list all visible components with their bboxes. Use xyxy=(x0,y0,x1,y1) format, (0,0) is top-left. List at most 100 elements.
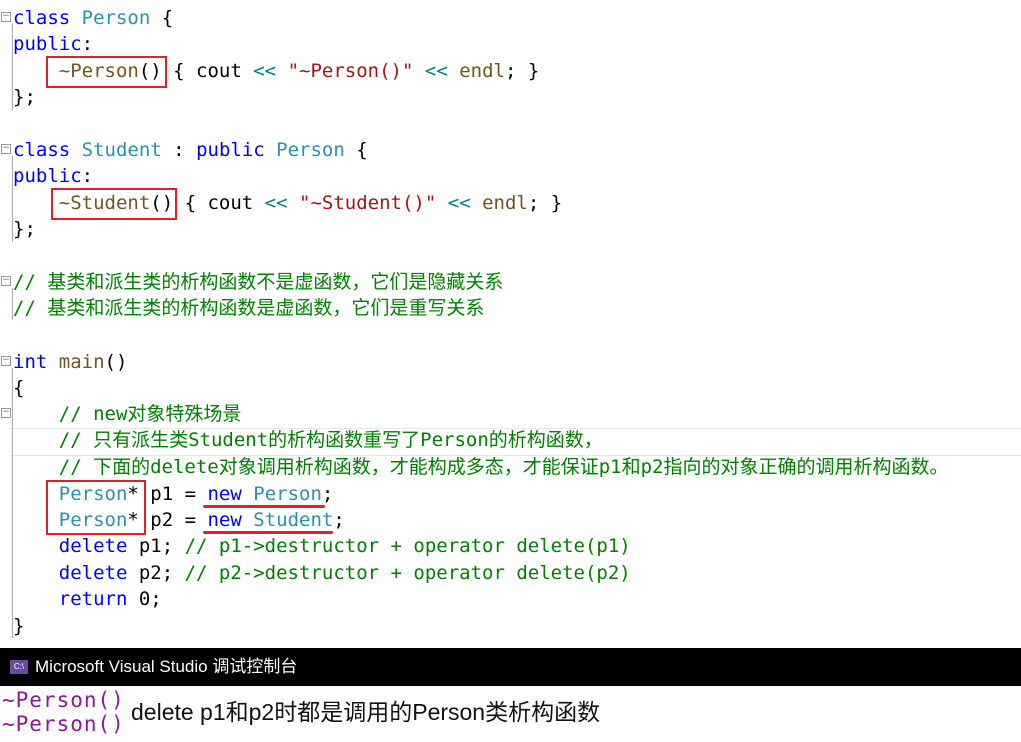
comment-token: // 只有派生类Student的析构函数重写了Person的析构函数， xyxy=(58,429,603,451)
code-line[interactable]: delete p1; // p1->destructor + operator … xyxy=(13,533,631,559)
console-title: Microsoft Visual Studio 调试控制台 xyxy=(35,657,298,676)
person-pointer-highlight-box xyxy=(46,480,146,535)
type-name-token: Person xyxy=(81,7,151,29)
keyword-token: return xyxy=(58,588,128,610)
code-line[interactable]: // 下面的delete对象调用析构函数，才能构成多态，才能保证p1和p2指向的… xyxy=(13,454,949,480)
code-text-token: ; } xyxy=(527,192,563,214)
code-text-token: : xyxy=(81,165,94,187)
code-line[interactable]: { xyxy=(13,375,24,401)
keyword-token: class xyxy=(13,7,71,29)
string-literal-token: "~Student()" xyxy=(299,192,437,214)
code-text-token: }; xyxy=(13,86,36,108)
comment-token: // 基类和派生类的析构函数不是虚函数，它们是隐藏关系 xyxy=(13,271,504,293)
comment-token: // p1->destructor + operator delete(p1) xyxy=(184,535,631,557)
type-name-token: Person xyxy=(253,483,322,505)
operator-token: << xyxy=(253,60,277,82)
console-app-icon: C:\ xyxy=(10,660,28,674)
code-text-token: } xyxy=(13,615,25,637)
console-title-bar[interactable]: C:\ Microsoft Visual Studio 调试控制台 xyxy=(0,648,1021,686)
code-text-token: ; xyxy=(333,509,345,531)
new-person-underline xyxy=(203,505,325,508)
code-text-token: }; xyxy=(13,218,36,240)
keyword-token: class xyxy=(13,139,71,161)
code-line[interactable]: return 0; xyxy=(13,586,162,612)
keyword-token: new xyxy=(207,509,242,531)
type-name-token: Student xyxy=(253,509,334,531)
person-destructor-highlight-box xyxy=(46,56,167,88)
keyword-token: delete xyxy=(58,535,128,557)
code-text-token: p1; xyxy=(127,535,185,557)
identifier-token: main xyxy=(58,351,105,373)
comment-token: // p2->destructor + operator delete(p2) xyxy=(184,562,631,584)
operator-token: << xyxy=(264,192,288,214)
code-line[interactable]: // 基类和派生类的析构函数是虚函数，它们是重写关系 xyxy=(13,295,484,321)
console-output-line: ~Person() xyxy=(2,712,125,736)
type-name-token: Student xyxy=(81,139,162,161)
code-text-token: { xyxy=(150,7,174,29)
operator-token: << xyxy=(447,192,471,214)
student-destructor-highlight-box xyxy=(51,188,177,220)
code-text-token: : xyxy=(161,139,197,161)
keyword-token: delete xyxy=(58,562,128,584)
code-line[interactable]: // 基类和派生类的析构函数不是虚函数，它们是隐藏关系 xyxy=(13,269,503,295)
code-line[interactable]: } xyxy=(13,613,24,639)
code-line[interactable]: class Person { xyxy=(13,5,173,31)
code-text-token: { xyxy=(344,139,368,161)
code-editor[interactable]: − − − − − class Person {public: ~Person(… xyxy=(0,0,1021,648)
code-line[interactable]: }; xyxy=(13,84,36,110)
code-text-token: : xyxy=(81,33,94,55)
code-text-token: 0; xyxy=(127,588,162,610)
code-line[interactable]: public: xyxy=(13,163,93,189)
keyword-token: public xyxy=(13,33,82,55)
code-text-token: { xyxy=(13,377,25,399)
comment-token: // new对象特殊场景 xyxy=(58,403,242,425)
code-text-token: () xyxy=(104,351,128,373)
type-name-token: Person xyxy=(276,139,345,161)
comment-token: // 下面的delete对象调用析构函数，才能构成多态，才能保证p1和p2指向的… xyxy=(58,456,949,478)
comment-token: // 基类和派生类的析构函数是虚函数，它们是重写关系 xyxy=(13,297,485,319)
code-line[interactable]: // 只有派生类Student的析构函数重写了Person的析构函数， xyxy=(13,427,603,453)
fold-collapse-icon[interactable]: − xyxy=(1,144,11,154)
code-line[interactable]: public: xyxy=(13,31,93,57)
code-line[interactable]: class Student : public Person { xyxy=(13,137,368,163)
console-output-line: ~Person() xyxy=(2,688,125,712)
keyword-token: new xyxy=(207,483,242,505)
code-line[interactable]: int main() xyxy=(13,349,127,375)
string-literal-token: "~Person()" xyxy=(287,60,414,82)
fold-collapse-icon[interactable]: − xyxy=(1,408,11,418)
code-text-token: ; xyxy=(321,483,334,505)
code-text-token: p2; xyxy=(127,562,185,584)
identifier-token: endl xyxy=(459,60,505,82)
keyword-token: public xyxy=(13,165,82,187)
code-text-token: ; } xyxy=(504,60,540,82)
fold-collapse-icon[interactable]: − xyxy=(1,276,11,286)
code-line[interactable]: }; xyxy=(13,216,36,242)
fold-collapse-icon[interactable]: − xyxy=(1,356,11,366)
keyword-token: public xyxy=(196,139,265,161)
operator-token: << xyxy=(424,60,448,82)
code-line[interactable]: // new对象特殊场景 xyxy=(13,401,242,427)
new-student-underline xyxy=(203,531,333,534)
identifier-token: endl xyxy=(482,192,528,214)
code-line[interactable]: delete p2; // p2->destructor + operator … xyxy=(13,560,631,586)
annotation-text: delete p1和p2时都是调用的Person类析构函数 xyxy=(131,699,601,725)
fold-collapse-icon[interactable]: − xyxy=(1,12,11,22)
